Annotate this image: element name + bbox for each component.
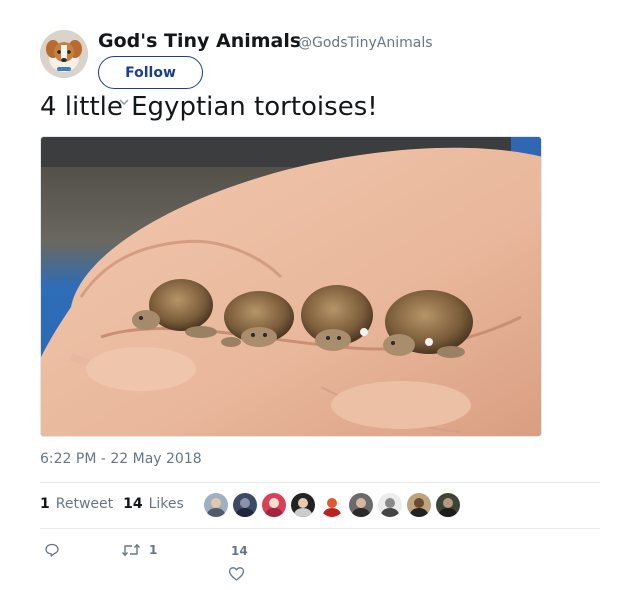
liker-avatar[interactable] [320, 493, 344, 517]
chevron-down-icon[interactable] [118, 96, 130, 108]
user-display-name[interactable]: God's Tiny Animals [98, 30, 301, 52]
reply-icon [45, 543, 59, 557]
avatar[interactable] [40, 30, 88, 78]
tweet-text: 4 little Egyptian tortoises! [40, 92, 378, 122]
retweet-count: 1 [149, 543, 158, 557]
likes-stat[interactable]: 14 Likes [123, 496, 184, 512]
liker-avatar[interactable] [349, 493, 373, 517]
tweet-timestamp[interactable]: 6:22 PM - 22 May 2018 [40, 451, 202, 467]
retweet-stat-label: Retweet [55, 496, 114, 512]
follow-button[interactable]: Follow [98, 56, 203, 89]
retweet-icon [121, 543, 141, 557]
likes-stat-label: Likes [148, 496, 184, 512]
retweet-button[interactable]: 1 [121, 542, 157, 558]
likers-avatars [204, 493, 465, 517]
liker-avatar[interactable] [262, 493, 286, 517]
reply-button[interactable] [44, 542, 60, 558]
tweet-card: God's Tiny Animals @GodsTinyAnimals Foll… [0, 0, 640, 590]
liker-avatar[interactable] [204, 493, 228, 517]
tweet-photo[interactable] [40, 136, 542, 437]
like-icon [228, 567, 245, 581]
liker-avatar[interactable] [407, 493, 431, 517]
liker-avatar[interactable] [378, 493, 402, 517]
likes-stat-count: 14 [123, 496, 143, 512]
tweet-stats: 1 Retweet 14 Likes [40, 496, 184, 512]
retweet-stat[interactable]: 1 Retweet [40, 496, 113, 512]
divider [40, 482, 600, 483]
user-handle[interactable]: @GodsTinyAnimals [298, 35, 433, 51]
liker-avatar[interactable] [436, 493, 460, 517]
tweet-actions: 1 14 [40, 540, 600, 585]
liker-avatar[interactable] [233, 493, 257, 517]
divider [40, 528, 600, 529]
like-button[interactable] [228, 566, 245, 582]
retweet-stat-count: 1 [40, 496, 50, 512]
like-count: 14 [231, 544, 248, 558]
liker-avatar[interactable] [291, 493, 315, 517]
